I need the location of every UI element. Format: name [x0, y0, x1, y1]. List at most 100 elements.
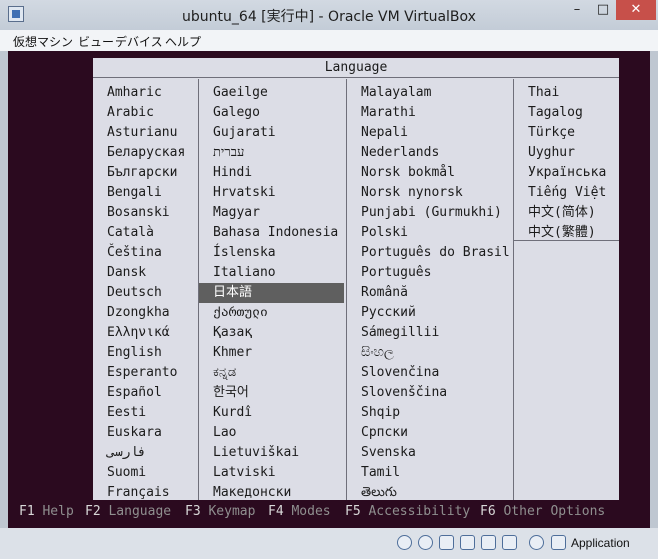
language-option[interactable]: Italiano [199, 263, 346, 283]
language-option[interactable]: 中文(简体) [514, 203, 619, 223]
language-option[interactable]: Malayalam [347, 83, 513, 103]
mouse-integration-icon[interactable] [551, 535, 566, 550]
language-option[interactable]: Norsk nynorsk [347, 183, 513, 203]
language-option[interactable]: ಕನ್ನಡ [199, 363, 346, 383]
network-icon[interactable] [502, 535, 517, 550]
language-option[interactable]: Français [93, 483, 198, 503]
language-option[interactable]: Bengali [93, 183, 198, 203]
language-option[interactable]: Română [347, 283, 513, 303]
language-option[interactable]: Bahasa Indonesia [199, 223, 346, 243]
menu-help[interactable]: ヘルプ [165, 33, 201, 50]
language-option[interactable]: Gujarati [199, 123, 346, 143]
language-option[interactable]: Magyar [199, 203, 346, 223]
fkey-help[interactable]: F1 Help [19, 502, 74, 522]
language-option[interactable]: Latviski [199, 463, 346, 483]
language-option[interactable]: Polski [347, 223, 513, 243]
language-option[interactable]: Español [93, 383, 198, 403]
language-option[interactable]: 한국어 [199, 383, 346, 403]
language-option[interactable]: Svenska [347, 443, 513, 463]
language-option[interactable]: Punjabi (Gurmukhi) [347, 203, 513, 223]
language-option[interactable]: Norsk bokmål [347, 163, 513, 183]
language-column-2: Gaeilge Galego Gujarati עברית Hindi Hrvatski M… [199, 79, 347, 500]
status-bar: Application [0, 528, 658, 559]
language-option[interactable]: తెలుగు [347, 483, 513, 503]
language-option[interactable]: Tiếng Việt [514, 183, 619, 203]
fkey-keymap[interactable]: F3 Keymap [185, 502, 255, 522]
shared-folder-icon[interactable] [460, 535, 475, 550]
language-option[interactable]: Eesti [93, 403, 198, 423]
fkey-modes[interactable]: F4 Modes [268, 502, 331, 522]
fkey-accessibility[interactable]: F5 Accessibility [345, 502, 470, 522]
maximize-button[interactable]: □ [590, 0, 616, 20]
fkey-other-options[interactable]: F6 Other Options [480, 502, 605, 522]
language-option[interactable]: Thai [514, 83, 619, 103]
language-option[interactable]: Marathi [347, 103, 513, 123]
display-icon[interactable] [481, 535, 496, 550]
language-option[interactable]: Sámegillii [347, 323, 513, 343]
language-option[interactable]: Қазақ [199, 323, 346, 343]
language-option[interactable]: Shqip [347, 403, 513, 423]
fkey-key: F2 [85, 504, 101, 519]
language-option[interactable]: Hindi [199, 163, 346, 183]
menu-view[interactable]: ビュー [78, 33, 114, 50]
language-option[interactable]: Lietuviškai [199, 443, 346, 463]
language-option[interactable]: Khmer [199, 343, 346, 363]
language-option[interactable]: Bosanski [93, 203, 198, 223]
minimize-button[interactable]: – [564, 0, 590, 20]
language-option[interactable]: Lao [199, 423, 346, 443]
language-option[interactable]: Deutsch [93, 283, 198, 303]
hard-disk-icon[interactable] [397, 535, 412, 550]
fkey-key: F4 [268, 504, 284, 519]
language-option[interactable]: Беларуская [93, 143, 198, 163]
language-option[interactable]: සිංහල [347, 343, 513, 363]
fkey-label: Modes [291, 504, 331, 519]
language-option[interactable]: Български [93, 163, 198, 183]
language-column-4: Thai Tagalog Türkçe Uyghur Українська Tiếng V… [514, 79, 619, 241]
language-option[interactable]: Esperanto [93, 363, 198, 383]
language-option[interactable]: Hrvatski [199, 183, 346, 203]
language-option[interactable]: Català [93, 223, 198, 243]
language-option[interactable]: Nepali [347, 123, 513, 143]
language-option[interactable]: 日本語 [199, 283, 344, 303]
language-option[interactable]: Gaeilge [199, 83, 346, 103]
language-option[interactable]: Dzongkha [93, 303, 198, 323]
language-option[interactable]: Slovenčina [347, 363, 513, 383]
video-capture-icon[interactable] [529, 535, 544, 550]
language-option[interactable]: Македонски [199, 483, 346, 503]
language-option[interactable]: English [93, 343, 198, 363]
language-option[interactable]: Português do Brasil [347, 243, 513, 263]
language-option[interactable]: Português [347, 263, 513, 283]
language-option[interactable]: Slovenščina [347, 383, 513, 403]
language-option[interactable]: Tagalog [514, 103, 619, 123]
fkey-language[interactable]: F2 Language [85, 502, 171, 522]
language-option[interactable]: Dansk [93, 263, 198, 283]
language-option[interactable]: Українська [514, 163, 619, 183]
language-option[interactable]: 中文(繁體) [514, 223, 619, 243]
menu-devices[interactable]: デバイス [115, 33, 163, 50]
language-option[interactable]: Asturianu [93, 123, 198, 143]
language-option[interactable]: Čeština [93, 243, 198, 263]
fkey-key: F6 [480, 504, 496, 519]
language-option[interactable]: Arabic [93, 103, 198, 123]
vm-screen[interactable]: Language Amharic Arabic Asturianu Беларуска… [8, 51, 650, 528]
language-option[interactable]: Amharic [93, 83, 198, 103]
language-option[interactable]: Српски [347, 423, 513, 443]
usb-icon[interactable] [439, 535, 454, 550]
language-option[interactable]: עברית [199, 143, 346, 163]
language-option[interactable]: Euskara [93, 423, 198, 443]
language-option[interactable]: Galego [199, 103, 346, 123]
language-option[interactable]: Nederlands [347, 143, 513, 163]
language-option[interactable]: Tamil [347, 463, 513, 483]
menu-machine[interactable]: 仮想マシン [13, 33, 73, 50]
language-option[interactable]: Türkçe [514, 123, 619, 143]
language-option[interactable]: ქართული [199, 303, 346, 323]
language-option[interactable]: Íslenska [199, 243, 346, 263]
language-option[interactable]: Ελληνικά [93, 323, 198, 343]
language-option[interactable]: Kurdî [199, 403, 346, 423]
language-option[interactable]: Uyghur [514, 143, 619, 163]
language-option[interactable]: Русский [347, 303, 513, 323]
language-option[interactable]: فارسی [93, 443, 198, 463]
optical-drive-icon[interactable] [418, 535, 433, 550]
language-option[interactable]: Suomi [93, 463, 198, 483]
close-button[interactable]: ✕ [616, 0, 656, 20]
